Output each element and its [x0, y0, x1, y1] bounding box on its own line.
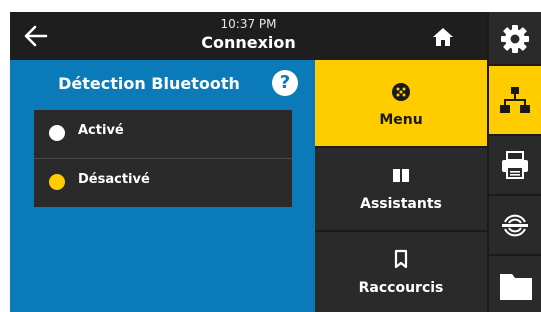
header-bar: 10:37 PM Connexion: [10, 12, 487, 60]
rfid-icon: [502, 214, 528, 237]
menu-tile[interactable]: Menu: [315, 60, 487, 146]
options-list: Activé Désactivé: [34, 110, 292, 207]
setting-title: Détection Bluetooth: [58, 74, 240, 93]
gear-icon: [501, 25, 529, 53]
page-title: Connexion: [201, 33, 296, 52]
grid-dots-icon: [392, 83, 410, 101]
folder-icon: [500, 274, 532, 300]
print-nav-button[interactable]: [489, 136, 541, 194]
menu-tile-label: Menu: [379, 112, 423, 128]
option-label: Désactivé: [78, 172, 150, 187]
network-icon: [500, 87, 530, 113]
option-inactive[interactable]: Désactivé: [34, 159, 292, 207]
shortcuts-tile-label: Raccourcis: [358, 280, 444, 296]
rfid-nav-button[interactable]: [489, 196, 541, 254]
setting-panel: Détection Bluetooth ? Activé Désactivé: [10, 60, 315, 312]
home-icon[interactable]: [432, 26, 454, 48]
wizards-tile-label: Assistants: [360, 196, 442, 212]
radio-unselected-icon: [49, 125, 65, 141]
option-active[interactable]: Activé: [34, 110, 292, 159]
connection-nav-button[interactable]: [489, 66, 541, 134]
radio-selected-icon: [49, 174, 65, 190]
shortcuts-tile[interactable]: Raccourcis: [315, 232, 487, 312]
settings-nav-button[interactable]: [489, 12, 541, 64]
clock-time: 10:37 PM: [220, 17, 277, 31]
printer-icon: [502, 151, 528, 179]
side-nav: [487, 12, 541, 312]
printer-screen: 10:37 PM Connexion Détection Bluetooth ?…: [10, 12, 541, 312]
help-icon[interactable]: ?: [272, 70, 298, 96]
menu-column: Menu Assistants Raccourcis: [315, 60, 487, 312]
storage-nav-button[interactable]: [489, 256, 541, 312]
option-label: Activé: [78, 123, 124, 138]
book-icon: [393, 169, 409, 182]
wizards-tile[interactable]: Assistants: [315, 148, 487, 230]
bookmark-icon: [394, 249, 408, 269]
